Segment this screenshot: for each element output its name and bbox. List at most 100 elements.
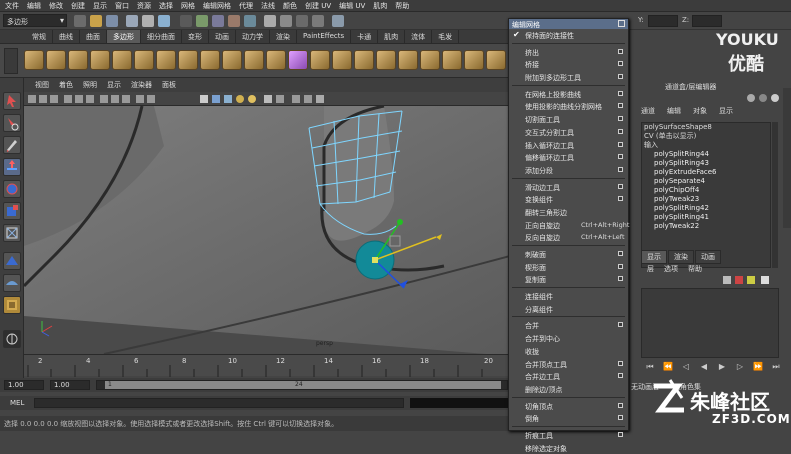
shelf-menu-icon[interactable] <box>4 48 18 74</box>
time-slider[interactable]: 2 4 6 8 10 12 14 16 18 20 <box>24 354 510 377</box>
lasso-tool-icon[interactable] <box>3 114 21 132</box>
viewport-menu-item[interactable]: 面板 <box>157 78 181 92</box>
viewport-menu-item[interactable]: 视图 <box>30 78 54 92</box>
viewport-menu-item[interactable]: 显示 <box>102 78 126 92</box>
attribute-editor-icon[interactable] <box>759 94 767 102</box>
option-box-icon[interactable] <box>618 154 623 160</box>
insert-edge-loop-icon[interactable] <box>398 50 418 70</box>
menu-item[interactable]: 使用投影的曲线分割网格 <box>509 100 628 113</box>
option-box-icon[interactable] <box>618 103 623 109</box>
menubar-item[interactable]: 修改 <box>46 0 68 11</box>
snap-grid-icon[interactable] <box>196 15 208 27</box>
channelbox-item[interactable]: polySeparate4 <box>642 177 770 186</box>
select-hierarchy-icon[interactable] <box>126 15 138 27</box>
poly-cylinder-icon[interactable] <box>68 50 88 70</box>
shelf-tab[interactable]: 卡通 <box>351 30 379 43</box>
play-forward-icon[interactable]: ▶ <box>717 362 727 372</box>
menu-item[interactable]: 复制面 <box>509 273 628 286</box>
soft-mod-icon[interactable] <box>3 252 21 270</box>
menubar-item[interactable]: 编辑 UV <box>336 0 370 11</box>
option-box-icon[interactable] <box>618 431 623 437</box>
shelf-tab[interactable]: 渲染 <box>270 30 297 43</box>
play-back-icon[interactable]: ◀ <box>699 362 709 372</box>
channelbox-menu-item[interactable]: 对象 <box>693 106 707 116</box>
channelbox-scrollbar[interactable] <box>772 122 778 268</box>
combine-icon[interactable] <box>222 50 242 70</box>
poly-torus-icon[interactable] <box>134 50 154 70</box>
shelf-tab[interactable]: 曲面 <box>80 30 107 43</box>
channelbox-item[interactable]: polySplitRing43 <box>642 159 770 168</box>
perspective-viewport[interactable]: persp <box>24 106 510 354</box>
ipr-render-icon[interactable] <box>296 15 308 27</box>
menubar-item[interactable]: 创建 UV <box>302 0 336 11</box>
layer-options-icon[interactable] <box>747 276 755 284</box>
render-settings-icon[interactable] <box>312 15 324 27</box>
start-time-field[interactable]: 1.00 <box>4 380 44 390</box>
poly-cube-icon[interactable] <box>46 50 66 70</box>
menu-item[interactable]: 分离组件 <box>509 303 628 316</box>
option-box-icon[interactable] <box>618 90 623 96</box>
menubar-item[interactable]: 帮助 <box>392 0 414 11</box>
channelbox-item[interactable]: polyExtrudeFace6 <box>642 168 770 177</box>
channelbox-option-icon[interactable] <box>747 94 755 102</box>
menu-item[interactable]: 删除边/顶点 <box>509 383 628 396</box>
channelbox-item[interactable]: polyTweak22 <box>642 222 770 231</box>
option-box-icon[interactable] <box>618 61 623 67</box>
option-box-icon[interactable] <box>618 48 623 54</box>
new-scene-icon[interactable] <box>74 15 86 27</box>
paint-select-icon[interactable] <box>3 136 21 154</box>
menu-item[interactable]: 变换组件 <box>509 193 628 206</box>
select-component-icon[interactable] <box>158 15 170 27</box>
new-layer-icon[interactable] <box>723 276 731 284</box>
menubar-item[interactable]: 文件 <box>2 0 24 11</box>
shelf-tab[interactable]: 流体 <box>405 30 433 43</box>
layer-list[interactable] <box>641 288 779 358</box>
menu-item[interactable]: 反向自旋边 Ctrl+Alt+Left <box>509 231 628 244</box>
poly-sphere-icon[interactable] <box>24 50 44 70</box>
menu-item[interactable]: 倒角 <box>509 412 628 425</box>
mel-input[interactable] <box>34 398 404 408</box>
menubar-item[interactable]: 显示 <box>90 0 112 11</box>
menu-item[interactable]: 移除选定对象 <box>509 442 628 454</box>
boolean-icon[interactable] <box>288 50 308 70</box>
menubar-item[interactable]: 法线 <box>258 0 280 11</box>
manipulator-icon[interactable] <box>3 224 21 242</box>
shelf-tab[interactable]: 多边形 <box>107 30 141 43</box>
menu-item[interactable]: 正向自旋边 Ctrl+Alt+Right <box>509 219 629 232</box>
y-field[interactable] <box>648 15 678 27</box>
render-icon[interactable] <box>280 15 292 27</box>
menu-item[interactable]: 刺破面 <box>509 248 628 261</box>
planar-map-icon[interactable] <box>464 50 484 70</box>
side-tabs[interactable] <box>783 88 791 228</box>
shelf-tab[interactable]: 曲线 <box>53 30 80 43</box>
snap-point-icon[interactable] <box>228 15 240 27</box>
poly-plane-icon[interactable] <box>112 50 132 70</box>
separate-icon[interactable] <box>244 50 264 70</box>
channelbox-menu-item[interactable]: 编辑 <box>667 106 681 116</box>
menu-item[interactable]: 合并边工具 <box>509 370 628 383</box>
go-start-icon[interactable]: ⏮ <box>645 362 655 372</box>
menu-item[interactable]: 附加到多边形工具 <box>509 71 628 84</box>
poly-cone-icon[interactable] <box>90 50 110 70</box>
menubar-item[interactable]: 肌肉 <box>370 0 392 11</box>
shelf-tab[interactable]: 细分曲面 <box>141 30 182 43</box>
z-field[interactable] <box>692 15 722 27</box>
menubar-item[interactable]: 编辑 <box>24 0 46 11</box>
tear-off-icon[interactable] <box>618 20 625 27</box>
layer-menu-item[interactable]: 层 <box>647 264 654 274</box>
key-forward-icon[interactable]: ▷ <box>735 362 745 372</box>
uv-editor-icon[interactable] <box>486 50 506 70</box>
menu-item[interactable]: 在网格上投影曲线 <box>509 88 628 101</box>
outliner-icon[interactable] <box>3 330 21 348</box>
save-scene-icon[interactable] <box>106 15 118 27</box>
step-back-icon[interactable]: ⏪ <box>663 362 673 372</box>
move-tool-icon[interactable] <box>3 158 21 176</box>
sculpt-icon[interactable] <box>3 274 21 292</box>
key-back-icon[interactable]: ◁ <box>681 362 691 372</box>
shelf-tab[interactable]: PaintEffects <box>297 30 352 43</box>
layer-tab[interactable]: 动画 <box>695 250 721 264</box>
menu-item[interactable]: 偏移循环边工具 <box>509 151 628 164</box>
menu-item[interactable]: 挤出 <box>509 46 628 59</box>
poly-pyramid-icon[interactable] <box>178 50 198 70</box>
menu-item[interactable]: 切割面工具 <box>509 113 628 126</box>
